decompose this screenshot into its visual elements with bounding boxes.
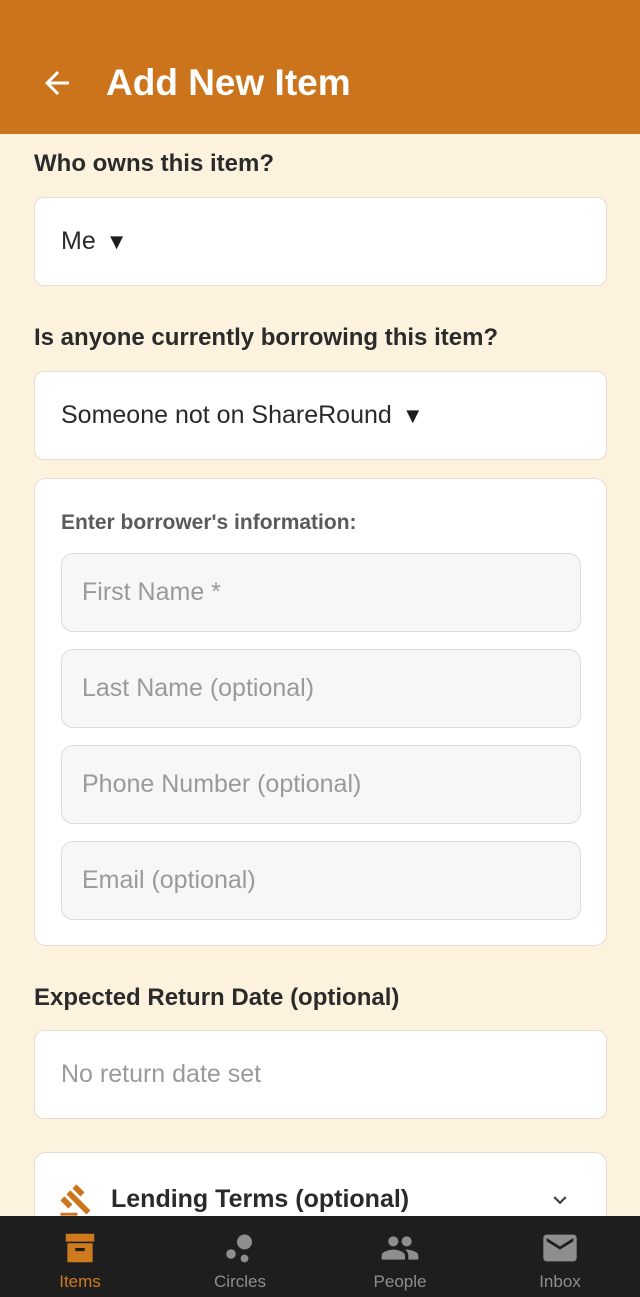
people-icon — [381, 1236, 419, 1260]
mail-icon — [543, 1234, 577, 1262]
bottom-nav: Items Circles People Inbox — [0, 1216, 640, 1297]
borrower-info-label: Enter borrower's information: — [61, 511, 357, 534]
lending-terms-title: Lending Terms (optional) — [111, 1185, 410, 1213]
return-date-field[interactable]: No return date set — [34, 1030, 607, 1119]
borrowing-value: Someone not on ShareRound — [61, 401, 392, 429]
nav-label-circles: Circles — [214, 1272, 266, 1291]
owner-label: Who owns this item? — [34, 150, 274, 177]
borrower-info-card: Enter borrower's information: — [34, 478, 607, 946]
back-button[interactable] — [36, 62, 78, 104]
nav-item-circles[interactable]: Circles — [160, 1216, 320, 1297]
circles-icon — [226, 1234, 252, 1263]
arrow-left-icon — [45, 71, 69, 95]
dropdown-caret-icon: ▼ — [105, 228, 128, 254]
app-header: Add New Item — [0, 0, 640, 134]
first-name-input[interactable] — [61, 553, 581, 632]
borrowing-label: Is anyone currently borrowing this item? — [34, 324, 499, 351]
dropdown-caret-icon: ▼ — [401, 402, 424, 428]
nav-label-people: People — [373, 1272, 427, 1291]
nav-label-items: Items — [59, 1272, 101, 1291]
chevron-down-icon — [553, 1196, 567, 1205]
archive-box-icon — [65, 1233, 95, 1263]
nav-label-inbox: Inbox — [539, 1272, 581, 1291]
last-name-input[interactable] — [61, 649, 581, 728]
return-date-value: No return date set — [61, 1060, 262, 1088]
gavel-icon — [60, 1184, 91, 1216]
owner-select[interactable]: Me ▼ — [34, 197, 607, 286]
owner-value: Me — [61, 227, 96, 255]
phone-input[interactable] — [61, 745, 581, 824]
nav-item-inbox[interactable]: Inbox — [480, 1216, 640, 1297]
borrowing-select[interactable]: Someone not on ShareRound ▼ — [34, 371, 607, 460]
nav-item-items[interactable]: Items — [0, 1216, 160, 1297]
nav-item-people[interactable]: People — [320, 1216, 480, 1297]
page-title: Add New Item — [106, 62, 351, 103]
return-date-label: Expected Return Date (optional) — [34, 984, 400, 1011]
email-input[interactable] — [61, 841, 581, 920]
